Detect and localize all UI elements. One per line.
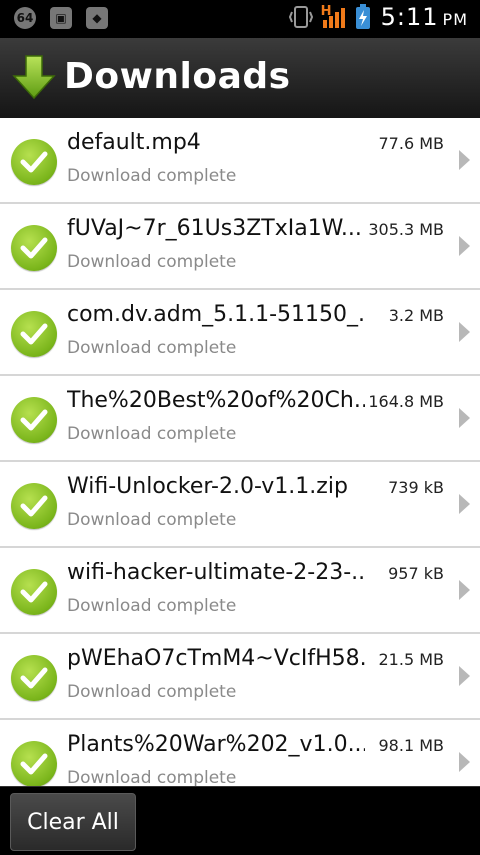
check-complete-icon [11,225,57,271]
check-complete-icon [11,483,57,529]
file-size: 3.2 MB [388,306,444,325]
file-name: wifi-hacker-ultimate-2-23-... [67,560,365,585]
check-complete-icon [11,569,57,615]
file-name: Plants%20War%202_v1.0.... [67,732,365,757]
chevron-right-icon [459,322,470,342]
title-bar: Downloads [0,38,480,118]
download-item[interactable]: com.dv.adm_5.1.1-51150_... 3.2 MB Download… [0,290,480,376]
download-item[interactable]: pWEhaO7cTmM4~VcIfH58... 21.5 MB Download c… [0,634,480,720]
download-arrow-icon [12,55,56,100]
file-size: 77.6 MB [378,134,445,153]
file-name: Wifi-Unlocker-2.0-v1.1.zip [67,474,348,499]
check-complete-icon [11,741,57,786]
file-name: pWEhaO7cTmM4~VcIfH58... [67,646,365,671]
chevron-right-icon [459,236,470,256]
file-size: 305.3 MB [368,220,444,239]
vibrate-icon [288,6,313,28]
download-item[interactable]: Wifi-Unlocker-2.0-v1.1.zip 739 kB Download… [0,462,480,548]
file-size: 98.1 MB [378,736,445,755]
file-name: default.mp4 [67,130,201,155]
download-item[interactable]: fUVaJ~7r_61Us3ZTxIa1W... 305.3 MB Download… [0,204,480,290]
download-item[interactable]: The%20Best%20of%20Ch... 164.8 MB Download … [0,376,480,462]
status-bar: 64 ▣ ◆ H 5:11 PM [0,0,480,38]
file-size: 739 kB [388,478,444,497]
file-name: fUVaJ~7r_61Us3ZTxIa1W... [67,216,362,241]
clock-ampm: PM [442,10,468,29]
chevron-right-icon [459,408,470,428]
clear-all-button[interactable]: Clear All [10,793,136,851]
download-item[interactable]: Plants%20War%202_v1.0.... 98.1 MB Download… [0,720,480,786]
check-complete-icon [11,655,57,701]
download-status: Download complete [67,682,237,702]
download-status: Download complete [67,166,237,186]
chevron-right-icon [459,580,470,600]
clock: 5:11 PM [381,3,468,31]
file-name: com.dv.adm_5.1.1-51150_... [67,302,365,327]
download-status: Download complete [67,596,237,616]
bottom-bar: Clear All [0,786,480,855]
download-status: Download complete [67,510,237,530]
network-type-label: H [320,4,332,19]
download-item[interactable]: default.mp4 77.6 MB Download complete [0,118,480,204]
chevron-right-icon [459,752,470,772]
chevron-right-icon [459,666,470,686]
downloads-list[interactable]: default.mp4 77.6 MB Download complete fUVaJ… [0,118,480,786]
app-icon: ◆ [86,7,108,29]
image-icon: ▣ [50,7,72,29]
download-status: Download complete [67,424,237,444]
battery-charging-icon [355,4,370,29]
download-status: Download complete [67,338,237,358]
chevron-right-icon [459,494,470,514]
chevron-right-icon [459,150,470,170]
check-complete-icon [11,139,57,185]
download-status: Download complete [67,768,237,786]
file-name: The%20Best%20of%20Ch... [67,388,365,413]
64-badge-icon: 64 [14,7,36,29]
file-size: 21.5 MB [378,650,445,669]
download-item[interactable]: wifi-hacker-ultimate-2-23-... 957 kB Downl… [0,548,480,634]
file-size: 957 kB [388,564,444,583]
page-title: Downloads [64,56,291,97]
clock-time: 5:11 [380,3,439,31]
check-complete-icon [11,311,57,357]
signal-icon: H [320,4,345,28]
download-status: Download complete [67,252,237,272]
check-complete-icon [11,397,57,443]
file-size: 164.8 MB [368,392,444,411]
